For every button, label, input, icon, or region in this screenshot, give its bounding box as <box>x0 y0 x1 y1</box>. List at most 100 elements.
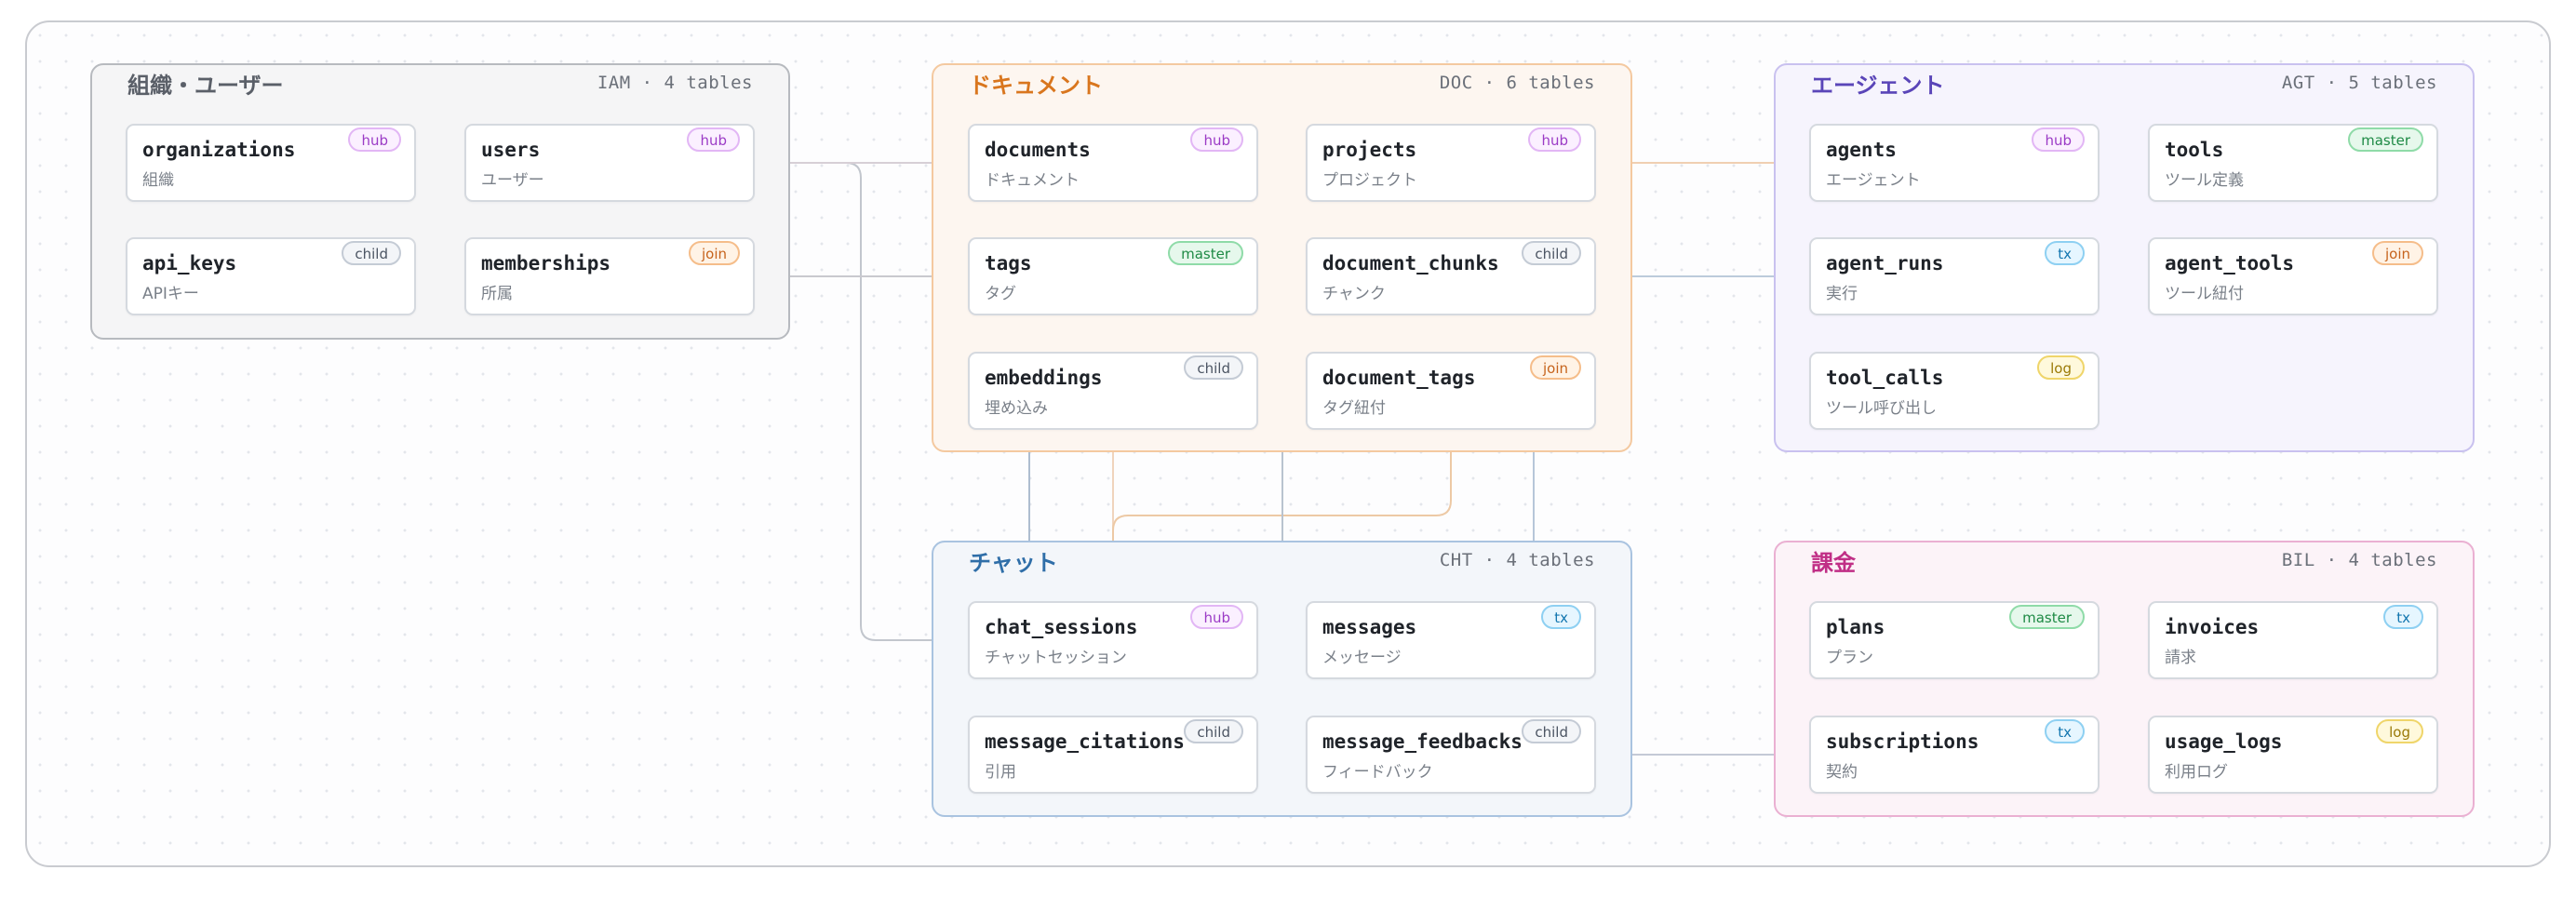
table-label: タグ <box>985 285 1016 303</box>
table-card-messages[interactable]: messages メッセージ tx <box>1306 601 1596 679</box>
table-label: 所属 <box>481 285 513 303</box>
table-type-badge: hub <box>1190 127 1243 152</box>
table-card-tools[interactable]: tools ツール定義 master <box>2148 124 2438 202</box>
table-label: ドキュメント <box>985 171 1080 190</box>
table-type-badge: tx <box>2045 241 2085 265</box>
table-label: 埋め込み <box>985 399 1048 418</box>
table-card-tool-calls[interactable]: tool_calls ツール呼び出し log <box>1809 352 2100 430</box>
table-label: プラン <box>1826 649 1873 667</box>
group-meta: CHT · 4 tables <box>1439 550 1595 570</box>
table-name: subscriptions <box>1826 730 1979 753</box>
table-type-badge: hub <box>687 127 740 152</box>
table-name: api_keys <box>142 252 237 274</box>
table-label: チャンク <box>1322 285 1386 303</box>
group-title: 課金 <box>1811 550 1856 576</box>
table-type-badge: master <box>2348 127 2423 152</box>
table-name: chat_sessions <box>985 616 1138 638</box>
table-label: 組織 <box>142 171 174 190</box>
table-type-badge: log <box>2037 355 2085 380</box>
table-type-badge: tx <box>1541 605 1581 629</box>
table-card-agent-tools[interactable]: agent_tools ツール紐付 join <box>2148 237 2438 315</box>
table-label: ツール定義 <box>2165 171 2244 190</box>
table-name: message_citations <box>985 730 1185 753</box>
table-card-subscriptions[interactable]: subscriptions 契約 tx <box>1809 716 2100 794</box>
table-name: invoices <box>2165 616 2260 638</box>
table-label: フィードバック <box>1322 763 1433 782</box>
table-label: 引用 <box>985 763 1016 782</box>
table-type-badge: hub <box>1190 605 1243 629</box>
table-name: documents <box>985 139 1091 161</box>
table-label: プロジェクト <box>1322 171 1417 190</box>
table-type-badge: hub <box>2032 127 2085 152</box>
table-type-badge: join <box>688 241 740 265</box>
table-name: messages <box>1322 616 1417 638</box>
table-name: organizations <box>142 139 296 161</box>
table-label: 利用ログ <box>2165 763 2228 782</box>
table-label: チャットセッション <box>985 649 1127 667</box>
table-card-chat-sessions[interactable]: chat_sessions チャットセッション hub <box>968 601 1258 679</box>
table-name: users <box>481 139 541 161</box>
table-card-embeddings[interactable]: embeddings 埋め込み child <box>968 352 1258 430</box>
table-name: projects <box>1322 139 1417 161</box>
table-name: agents <box>1826 139 1897 161</box>
table-type-badge: join <box>2371 241 2423 265</box>
table-label: タグ紐付 <box>1322 399 1386 418</box>
table-name: memberships <box>481 252 611 274</box>
table-type-badge: child <box>1184 355 1243 380</box>
table-name: plans <box>1826 616 1885 638</box>
table-type-badge: master <box>1168 241 1243 265</box>
table-card-documents[interactable]: documents ドキュメント hub <box>968 124 1258 202</box>
table-type-badge: child <box>1522 241 1581 265</box>
table-label: APIキー <box>142 285 199 303</box>
table-type-badge: child <box>1184 719 1243 743</box>
table-type-badge: tx <box>2383 605 2423 629</box>
table-name: agent_runs <box>1826 252 1944 274</box>
table-type-badge: child <box>342 241 401 265</box>
table-card-agent-runs[interactable]: agent_runs 実行 tx <box>1809 237 2100 315</box>
table-label: 契約 <box>1826 763 1858 782</box>
table-name: document_tags <box>1322 367 1476 389</box>
table-card-tags[interactable]: tags タグ master <box>968 237 1258 315</box>
group-title: チャット <box>969 550 1058 576</box>
table-name: agent_tools <box>2165 252 2295 274</box>
table-label: 実行 <box>1826 285 1858 303</box>
table-label: ツール呼び出し <box>1826 399 1937 418</box>
table-card-users[interactable]: users ユーザー hub <box>464 124 755 202</box>
table-type-badge: hub <box>1528 127 1581 152</box>
group-title: ドキュメント <box>969 73 1103 99</box>
table-name: embeddings <box>985 367 1103 389</box>
table-card-projects[interactable]: projects プロジェクト hub <box>1306 124 1596 202</box>
table-card-message-feedbacks[interactable]: message_feedbacks フィードバック child <box>1306 716 1596 794</box>
group-meta: IAM · 4 tables <box>597 73 753 93</box>
table-type-badge: tx <box>2045 719 2085 743</box>
table-label: ツール紐付 <box>2165 285 2244 303</box>
group-meta: AGT · 5 tables <box>2281 73 2437 93</box>
table-card-organizations[interactable]: organizations 組織 hub <box>126 124 416 202</box>
table-card-invoices[interactable]: invoices 請求 tx <box>2148 601 2438 679</box>
table-card-plans[interactable]: plans プラン master <box>1809 601 2100 679</box>
table-name: message_feedbacks <box>1322 730 1523 753</box>
table-card-api-keys[interactable]: api_keys APIキー child <box>126 237 416 315</box>
group-meta: DOC · 6 tables <box>1439 73 1595 93</box>
group-meta: BIL · 4 tables <box>2281 550 2437 570</box>
table-name: tools <box>2165 139 2224 161</box>
table-label: メッセージ <box>1322 649 1402 667</box>
table-card-document-tags[interactable]: document_tags タグ紐付 join <box>1306 352 1596 430</box>
table-type-badge: log <box>2376 719 2423 743</box>
table-card-document-chunks[interactable]: document_chunks チャンク child <box>1306 237 1596 315</box>
table-card-memberships[interactable]: memberships 所属 join <box>464 237 755 315</box>
table-name: usage_logs <box>2165 730 2283 753</box>
table-type-badge: master <box>2009 605 2085 629</box>
table-type-badge: join <box>1529 355 1581 380</box>
table-card-agents[interactable]: agents エージェント hub <box>1809 124 2100 202</box>
table-label: 請求 <box>2165 649 2196 667</box>
table-card-message-citations[interactable]: message_citations 引用 child <box>968 716 1258 794</box>
table-label: エージェント <box>1826 171 1921 190</box>
table-card-usage-logs[interactable]: usage_logs 利用ログ log <box>2148 716 2438 794</box>
table-name: tool_calls <box>1826 367 1944 389</box>
group-title: 組織・ユーザー <box>127 73 284 99</box>
table-name: document_chunks <box>1322 252 1499 274</box>
table-type-badge: child <box>1522 719 1581 743</box>
group-title: エージェント <box>1811 73 1945 99</box>
table-label: ユーザー <box>481 171 544 190</box>
